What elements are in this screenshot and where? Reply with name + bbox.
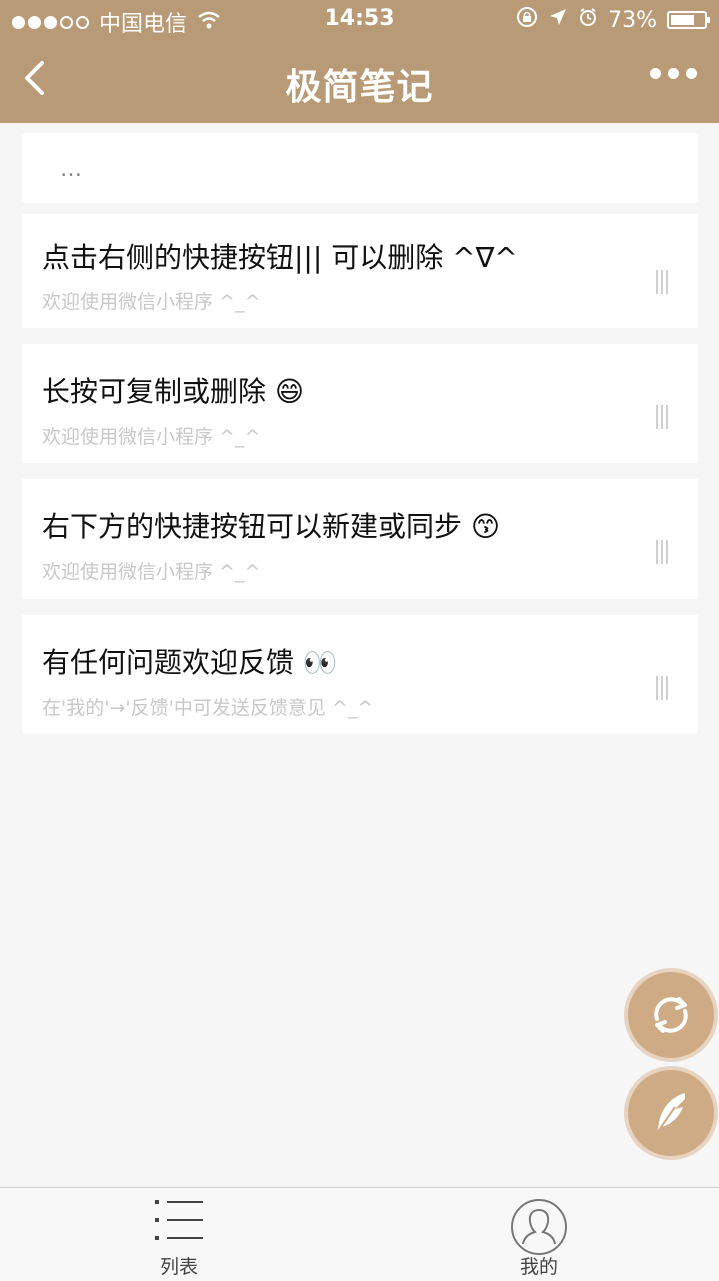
note-subtitle: 在'我的'→'反馈'中可发送反馈意见 ^_^	[42, 697, 374, 719]
status-bar: 中国电信 14:53 73%	[0, 0, 719, 40]
alarm-icon	[578, 7, 598, 33]
note-title: 长按可复制或删除 😄	[42, 375, 305, 408]
user-icon	[510, 1198, 568, 1260]
note-subtitle: 欢迎使用微信小程序 ^_^	[42, 291, 261, 313]
battery-icon	[667, 11, 710, 29]
note-title: 右下方的快捷按钮可以新建或同步 😙	[42, 510, 501, 543]
note-title: 有任何问题欢迎反馈 👀	[42, 646, 338, 679]
sync-button[interactable]	[628, 972, 714, 1058]
rotation-lock-icon	[516, 6, 538, 34]
note-subtitle: 欢迎使用微信小程序 ^_^	[42, 426, 261, 448]
tab-mine-label: 我的	[519, 1256, 558, 1278]
tab-mine[interactable]: 我的	[479, 1188, 599, 1281]
drag-handle-icon[interactable]	[656, 540, 670, 564]
more-dot-icon	[686, 68, 697, 79]
app-header: 中国电信 14:53 73% 极简笔记	[0, 0, 719, 123]
battery-percent: 73%	[608, 7, 657, 33]
more-dot-icon	[668, 68, 679, 79]
new-note-button[interactable]	[628, 1070, 714, 1156]
note-title: 点击右侧的快捷按钮||| 可以删除 ^∇^	[42, 241, 518, 274]
page-title: 极简笔记	[285, 67, 434, 108]
navigation-bar: 极简笔记	[0, 40, 719, 123]
list-icon	[153, 1198, 205, 1246]
note-card[interactable]: 有任何问题欢迎反馈 👀 在'我的'→'反馈'中可发送反馈意见 ^_^	[22, 615, 698, 734]
note-card[interactable]: 点击右侧的快捷按钮||| 可以删除 ^∇^ 欢迎使用微信小程序 ^_^	[22, 214, 698, 328]
tab-list-label: 列表	[159, 1256, 198, 1278]
drag-handle-icon[interactable]	[656, 270, 670, 294]
drag-handle-icon[interactable]	[656, 405, 670, 429]
note-card[interactable]: 长按可复制或删除 😄 欢迎使用微信小程序 ^_^	[22, 344, 698, 463]
placeholder-card: …	[22, 133, 698, 203]
tab-bar: 列表 我的	[0, 1187, 719, 1281]
tab-list[interactable]: 列表	[119, 1188, 239, 1281]
note-card[interactable]: 右下方的快捷按钮可以新建或同步 😙 欢迎使用微信小程序 ^_^	[22, 479, 698, 599]
more-options-button[interactable]	[650, 68, 697, 79]
placeholder-ellipsis: …	[60, 157, 82, 182]
status-right: 73%	[516, 6, 710, 34]
feather-icon	[656, 1093, 685, 1134]
sync-icon	[654, 997, 688, 1033]
drag-handle-icon[interactable]	[656, 676, 670, 700]
more-dot-icon	[650, 68, 661, 79]
note-subtitle: 欢迎使用微信小程序 ^_^	[42, 561, 261, 583]
location-icon	[548, 7, 568, 33]
